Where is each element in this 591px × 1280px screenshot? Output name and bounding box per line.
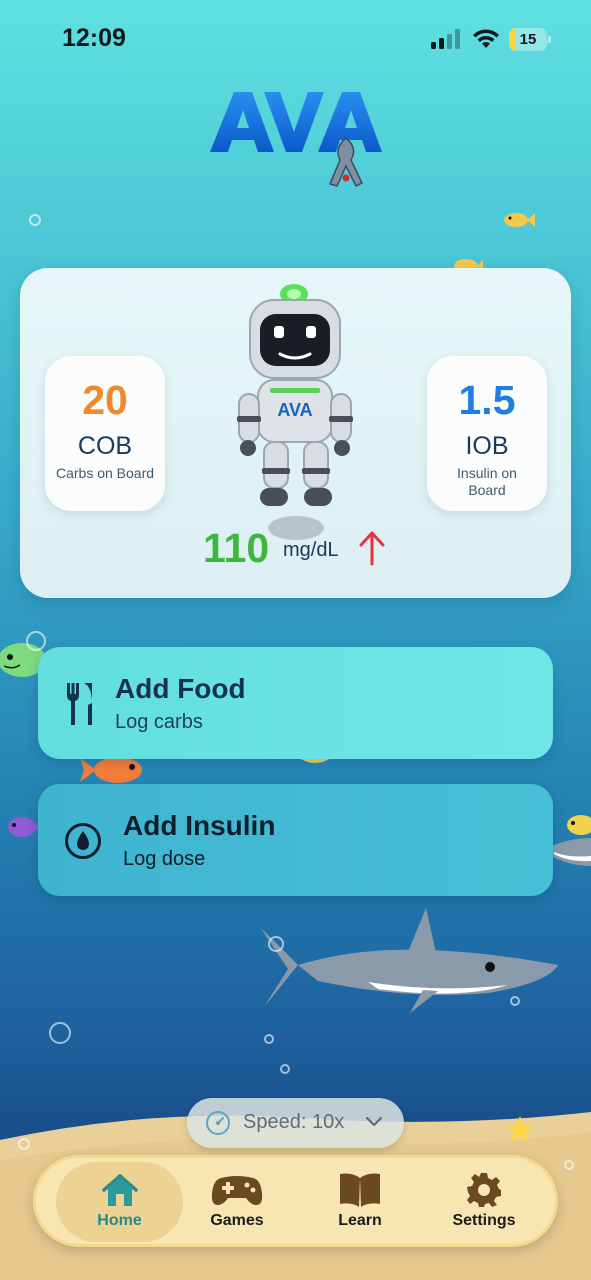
add-food-subtitle: Log carbs <box>115 711 203 733</box>
speed-label: Speed: 10x <box>243 1111 345 1133</box>
fish-decoration <box>8 817 40 837</box>
fish-decoration <box>567 815 591 835</box>
fork-knife-icon <box>67 683 92 725</box>
tab-learn[interactable]: Learn <box>295 1158 425 1244</box>
tab-home[interactable]: Home <box>56 1162 183 1242</box>
bubble <box>18 1138 30 1150</box>
add-food-title: Add Food <box>115 673 246 704</box>
iob-label: IOB <box>465 432 509 460</box>
bubble <box>268 936 284 952</box>
bubble <box>49 1022 71 1044</box>
robot-mascot[interactable]: AVA <box>236 282 356 542</box>
iob-value: 1.5 <box>458 377 516 423</box>
cob-description: Carbs on Board <box>55 465 155 481</box>
tab-games-label: Games <box>210 1212 264 1229</box>
book-icon <box>340 1173 380 1207</box>
bubble <box>280 1064 290 1074</box>
robot-badge: AVA <box>277 400 312 420</box>
tab-games[interactable]: Games <box>172 1158 302 1244</box>
cob-card[interactable]: 20 COB Carbs on Board <box>45 356 165 511</box>
battery-level: 15 <box>519 31 537 48</box>
bubble <box>510 996 520 1006</box>
glucose-value: 110 <box>203 525 270 571</box>
add-insulin-button[interactable]: Add Insulin Log dose <box>38 784 553 896</box>
drop-icon <box>65 823 101 859</box>
speed-selector[interactable]: Speed: 10x <box>187 1098 404 1148</box>
fish-decoration <box>504 213 535 227</box>
bubble <box>264 1034 274 1044</box>
trend-up-arrow-icon <box>359 531 385 566</box>
robot-icon: AVA <box>237 284 353 540</box>
tab-bar: Home Games Learn Settings <box>33 1155 558 1247</box>
cob-value: 20 <box>82 377 128 423</box>
bubble <box>26 631 46 651</box>
bubble <box>29 214 41 226</box>
wifi-icon <box>473 29 499 48</box>
tab-learn-label: Learn <box>338 1212 382 1229</box>
chevron-down-icon <box>365 1116 383 1127</box>
iob-card[interactable]: 1.5 IOB Insulin on Board <box>427 356 547 511</box>
home-icon <box>101 1174 138 1206</box>
tab-settings-label: Settings <box>452 1212 516 1229</box>
app-logo <box>210 92 382 188</box>
iob-description: Insulin on Board <box>457 465 517 498</box>
gear-icon <box>467 1173 501 1207</box>
bubble <box>564 1160 574 1170</box>
add-insulin-title: Add Insulin <box>123 810 276 841</box>
cob-label: COB <box>77 432 133 460</box>
tab-home-label: Home <box>97 1212 142 1229</box>
glucose-reading: 110 mg/dL <box>203 524 403 574</box>
add-food-button[interactable]: Add Food Log carbs <box>38 647 553 759</box>
glucose-unit: mg/dL <box>283 539 339 561</box>
add-insulin-subtitle: Log dose <box>123 848 206 870</box>
speedometer-icon <box>206 1111 230 1135</box>
signal-icon <box>431 29 460 49</box>
status-time: 12:09 <box>62 24 126 52</box>
battery-indicator: 15 <box>509 28 551 51</box>
gamepad-icon <box>211 1176 263 1206</box>
tab-settings[interactable]: Settings <box>419 1158 549 1244</box>
